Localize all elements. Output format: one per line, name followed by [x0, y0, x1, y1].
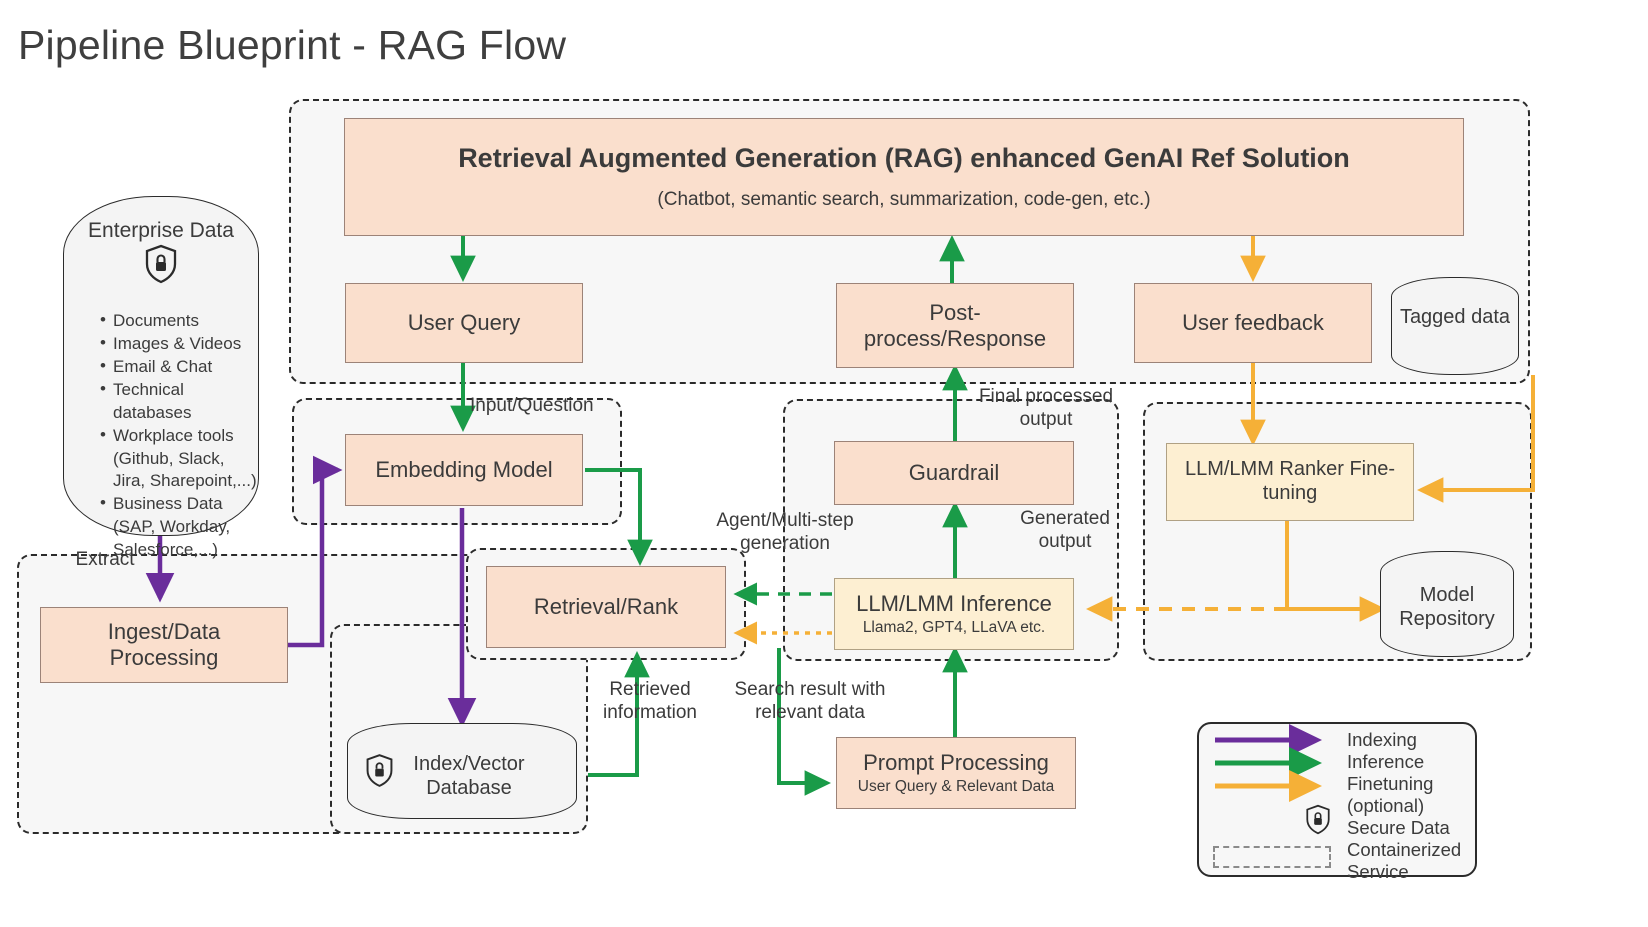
- rag-solution-title: Retrieval Augmented Generation (RAG) enh…: [458, 142, 1350, 173]
- legend-label-inference: Inference: [1347, 751, 1425, 772]
- legend-label-finetuning: Finetuning: [1347, 773, 1434, 794]
- retrieval-rank-label: Retrieval/Rank: [533, 594, 679, 620]
- post-process-label: Post-process/Response: [863, 299, 1047, 351]
- model-repository-cylinder[interactable]: Model Repository: [1380, 551, 1514, 657]
- edge-label-input-question: Input/Question: [470, 395, 594, 416]
- prompt-processing-box[interactable]: Prompt Processing User Query & Relevant …: [836, 737, 1076, 809]
- legend-containerized-swatch: [1213, 846, 1331, 868]
- guardrail-box[interactable]: Guardrail: [834, 441, 1074, 505]
- index-vector-db-cylinder[interactable]: Index/Vector Database: [347, 723, 577, 819]
- shield-lock-icon: [144, 244, 178, 289]
- llm-inference-label: LLM/LMM Inference: [856, 590, 1052, 616]
- legend-label-containerized: Containerized: [1347, 839, 1462, 860]
- llm-inference-sublabel: Llama2, GPT4, LLaVA etc.: [862, 618, 1046, 636]
- diagram-canvas: Pipeline Blueprint - RAG Flow Enterprise…: [0, 0, 1648, 927]
- edge-label-retrieved-information: Retrieved information: [603, 679, 697, 723]
- legend-box: Indexing Inference Finetuning (optional)…: [1197, 722, 1477, 882]
- edge-label-extract: Extract: [75, 549, 135, 570]
- prompt-processing-sublabel: User Query & Relevant Data: [857, 777, 1055, 795]
- user-query-label: User Query: [407, 310, 521, 336]
- enterprise-data-bullets: Documents Images & Videos Email & Chat T…: [95, 309, 259, 562]
- rag-solution-box[interactable]: Retrieval Augmented Generation (RAG) enh…: [344, 118, 1464, 236]
- guardrail-label: Guardrail: [908, 460, 1000, 486]
- edge-label-search-result: Search result with relevant data: [734, 679, 886, 723]
- ingest-label: Ingest/Data Processing: [107, 619, 221, 670]
- shield-lock-icon: [1305, 804, 1331, 840]
- edge-label-agent-multistep: Agent/Multi-step generation: [716, 510, 854, 554]
- list-item: Email & Chat: [100, 355, 259, 379]
- enterprise-data-label: Enterprise Data: [88, 219, 234, 242]
- enterprise-data-cylinder: Enterprise Data Documents Images & Video…: [63, 196, 259, 559]
- edge-label-generated-output: Generated output: [1020, 508, 1110, 552]
- index-vector-db-label: Index/Vector Database: [413, 753, 525, 799]
- llm-inference-box[interactable]: LLM/LMM Inference Llama2, GPT4, LLaVA et…: [834, 578, 1074, 650]
- legend-label-service: Service: [1347, 861, 1409, 882]
- ranker-finetuning-box[interactable]: LLM/LMM Ranker Fine-tuning: [1166, 443, 1414, 521]
- embedding-model-label: Embedding Model: [375, 457, 553, 483]
- ranker-finetuning-label: LLM/LMM Ranker Fine-tuning: [1184, 458, 1396, 504]
- ingest-box[interactable]: Ingest/Data Processing: [40, 607, 288, 683]
- user-query-box[interactable]: User Query: [345, 283, 583, 363]
- page-title: Pipeline Blueprint - RAG Flow: [18, 22, 567, 68]
- tagged-data-cylinder[interactable]: Tagged data: [1391, 277, 1519, 375]
- list-item: Documents: [100, 309, 259, 333]
- retrieval-rank-box[interactable]: Retrieval/Rank: [486, 566, 726, 648]
- edge-label-final-output: Final processed output: [978, 386, 1114, 430]
- post-process-box[interactable]: Post-process/Response: [836, 283, 1074, 368]
- legend-label-indexing: Indexing: [1347, 729, 1417, 750]
- list-item: Workplace tools (Github, Slack, Jira, Sh…: [100, 424, 259, 493]
- legend-label-secure-data: Secure Data: [1347, 817, 1450, 838]
- legend-label-finetuning-optional: (optional): [1347, 795, 1425, 816]
- prompt-processing-label: Prompt Processing: [863, 749, 1049, 775]
- rag-solution-subtitle: (Chatbot, semantic search, summarization…: [657, 188, 1151, 210]
- tagged-data-label: Tagged data: [1399, 306, 1511, 328]
- list-item: Images & Videos: [100, 332, 259, 356]
- user-feedback-box[interactable]: User feedback: [1134, 283, 1372, 363]
- user-feedback-label: User feedback: [1182, 310, 1324, 336]
- model-repository-label: Model Repository: [1399, 584, 1495, 630]
- embedding-model-box[interactable]: Embedding Model: [345, 434, 583, 506]
- list-item: Technical databases: [100, 378, 259, 424]
